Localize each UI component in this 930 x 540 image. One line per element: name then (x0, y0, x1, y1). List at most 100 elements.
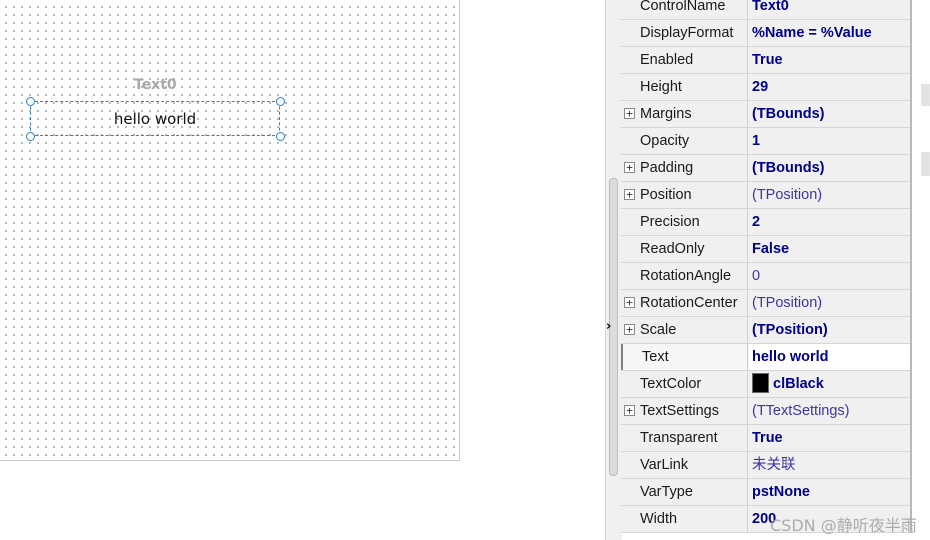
property-row-position[interactable]: + Position (TPosition) (621, 182, 910, 209)
property-name: + Padding (621, 155, 748, 181)
property-row-enabled[interactable]: Enabled True (621, 47, 910, 74)
property-value-text: pstNone (752, 484, 810, 500)
property-row-varlink[interactable]: VarLink 未关联 (621, 452, 910, 479)
property-name: + Scale (621, 317, 748, 343)
property-value[interactable]: (TTextSettings) (749, 398, 910, 424)
expand-icon[interactable]: + (624, 162, 635, 173)
resize-handle-bottom-right[interactable] (276, 132, 285, 141)
property-value-text: (TPosition) (752, 187, 823, 203)
property-value-text: 0 (752, 268, 761, 284)
expand-icon[interactable]: + (624, 324, 635, 335)
property-value[interactable]: (TPosition) (749, 317, 910, 343)
property-row-padding[interactable]: + Padding (TBounds) (621, 155, 910, 182)
property-value[interactable]: (TBounds) (749, 101, 910, 127)
design-canvas[interactable]: Text0 hello world (0, 0, 460, 461)
property-value[interactable]: False (749, 236, 910, 262)
property-name: VarType (621, 479, 748, 505)
property-value-text: 未关联 (752, 457, 796, 473)
property-name-text: RotationCenter (640, 295, 738, 311)
property-row-precision[interactable]: Precision 2 (621, 209, 910, 236)
property-row-textcolor[interactable]: TextColor clBlack (621, 371, 910, 398)
property-name-text: RotationAngle (640, 268, 732, 284)
property-name: VarLink (621, 452, 748, 478)
property-value-text: hello world (752, 349, 829, 365)
property-value-text: True (752, 430, 783, 446)
property-value[interactable]: Text0 (749, 0, 910, 19)
property-value[interactable]: 0 (749, 263, 910, 289)
property-name-text: Precision (640, 214, 700, 230)
color-swatch (752, 372, 769, 393)
property-value[interactable]: pstNone (749, 479, 910, 505)
property-row-transparent[interactable]: Transparent True (621, 425, 910, 452)
property-row-opacity[interactable]: Opacity 1 (621, 128, 910, 155)
resize-handle-bottom-left[interactable] (26, 132, 35, 141)
property-name: TextColor (621, 371, 748, 397)
property-name-text: TextColor (640, 376, 702, 392)
control-name-label: Text0 (134, 77, 177, 93)
property-value[interactable]: True (749, 47, 910, 73)
property-value-text: (TTextSettings) (752, 403, 850, 419)
property-name-text: TextSettings (640, 403, 719, 419)
property-value[interactable]: 29 (749, 74, 910, 100)
property-row-rotationangle[interactable]: RotationAngle 0 (621, 263, 910, 290)
expand-icon[interactable]: + (624, 189, 635, 200)
property-value-text: True (752, 52, 783, 68)
property-name-text: Margins (640, 106, 692, 122)
property-row-textsettings[interactable]: + TextSettings (TTextSettings) (621, 398, 910, 425)
property-name: Precision (621, 209, 748, 235)
property-value[interactable]: (TBounds) (749, 155, 910, 181)
property-name: Transparent (621, 425, 748, 451)
property-name-text: Scale (640, 322, 677, 338)
property-value[interactable]: clBlack (749, 371, 910, 397)
property-name: Enabled (621, 47, 748, 73)
property-value[interactable]: 未关联 (749, 452, 910, 478)
property-value[interactable]: (TPosition) (749, 290, 910, 316)
chevron-right-icon[interactable]: › (606, 319, 618, 335)
strip-mark (921, 84, 930, 106)
panel-splitter[interactable]: › (605, 0, 622, 540)
property-row-controlname[interactable]: ControlName Text0 (621, 0, 910, 20)
property-value[interactable]: (TPosition) (749, 182, 910, 208)
property-value-text: 1 (752, 133, 761, 149)
property-name-text: Height (640, 79, 682, 95)
property-row-scale[interactable]: + Scale (TPosition) (621, 317, 910, 344)
property-name: ReadOnly (621, 236, 748, 262)
property-row-displayformat[interactable]: DisplayFormat %Name = %Value (621, 20, 910, 47)
right-panel-edge (912, 0, 930, 540)
expand-icon[interactable]: + (624, 108, 635, 119)
property-row-height[interactable]: Height 29 (621, 74, 910, 101)
property-grid[interactable]: ControlName Text0 DisplayFormat %Name = %Va… (621, 0, 912, 533)
property-row-rotationcenter[interactable]: + RotationCenter (TPosition) (621, 290, 910, 317)
property-row-margins[interactable]: + Margins (TBounds) (621, 101, 910, 128)
property-name-text: Position (640, 187, 692, 203)
property-value[interactable]: %Name = %Value (749, 20, 910, 46)
property-row-readonly[interactable]: ReadOnly False (621, 236, 910, 263)
property-name: Text (621, 344, 748, 370)
property-name-text: Width (640, 511, 678, 527)
strip-mark (921, 152, 930, 176)
text-control[interactable]: hello world (30, 101, 280, 136)
property-value-text: 29 (752, 79, 769, 95)
property-name-text: ControlName (640, 0, 726, 14)
property-value-text: (TBounds) (752, 160, 825, 176)
property-value-text: (TBounds) (752, 106, 825, 122)
property-value[interactable]: hello world (749, 344, 910, 370)
expand-icon[interactable]: + (624, 405, 635, 416)
property-name: + Margins (621, 101, 748, 127)
property-value[interactable]: 2 (749, 209, 910, 235)
property-row-vartype[interactable]: VarType pstNone (621, 479, 910, 506)
property-value[interactable]: True (749, 425, 910, 451)
resize-handle-top-right[interactable] (276, 97, 285, 106)
property-value[interactable]: 1 (749, 128, 910, 154)
property-name: + Position (621, 182, 748, 208)
property-value-text: Text0 (752, 0, 789, 14)
text-control-value: hello world (113, 109, 197, 128)
resize-handle-top-left[interactable] (26, 97, 35, 106)
property-name: ControlName (621, 0, 748, 19)
property-value-text: (TPosition) (752, 322, 828, 338)
property-row-text[interactable]: Text hello world (621, 344, 910, 371)
watermark: CSDN @静听夜半雨 (770, 516, 917, 535)
expand-icon[interactable]: + (624, 297, 635, 308)
property-name: DisplayFormat (621, 20, 748, 46)
property-value-text: (TPosition) (752, 295, 823, 311)
